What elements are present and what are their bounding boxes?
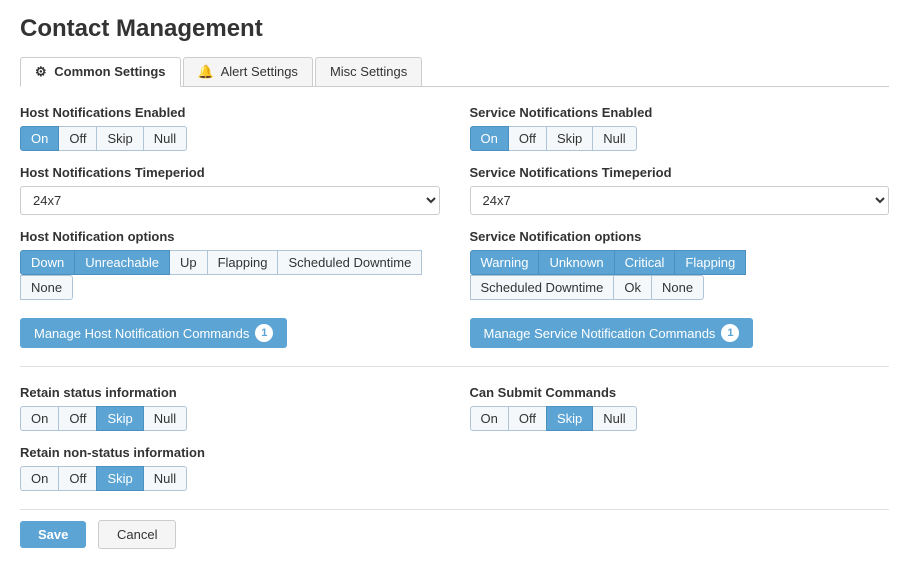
service-enabled-null[interactable]: Null bbox=[592, 126, 636, 151]
retain-nonstatus-label: Retain non-status information bbox=[20, 445, 440, 460]
host-enabled-skip[interactable]: Skip bbox=[96, 126, 143, 151]
can-submit-off[interactable]: Off bbox=[508, 406, 547, 431]
section-divider bbox=[20, 366, 889, 367]
tab-alert[interactable]: 🔔 Alert Settings bbox=[183, 57, 313, 86]
notification-options-row: Host Notification options Down Unreachab… bbox=[20, 229, 889, 300]
can-submit-skip[interactable]: Skip bbox=[546, 406, 593, 431]
retain-nonstatus-skip[interactable]: Skip bbox=[96, 466, 143, 491]
host-notifications-enabled-label: Host Notifications Enabled bbox=[20, 105, 440, 120]
notifications-row: Host Notifications Enabled On Off Skip N… bbox=[20, 105, 889, 151]
manage-host-commands-button[interactable]: Manage Host Notification Commands 1 bbox=[20, 318, 287, 348]
host-notification-options-toggle: Down Unreachable Up Flapping Scheduled D… bbox=[20, 250, 440, 300]
service-opt-unknown[interactable]: Unknown bbox=[538, 250, 614, 275]
manage-service-commands-label: Manage Service Notification Commands bbox=[484, 326, 716, 341]
service-opt-warning[interactable]: Warning bbox=[470, 250, 540, 275]
host-timeperiod-select[interactable]: 24x7 workhours none bbox=[20, 186, 440, 215]
retain-status-toggle: On Off Skip Null bbox=[20, 406, 440, 431]
tab-misc[interactable]: Misc Settings bbox=[315, 57, 422, 86]
host-timeperiod-label: Host Notifications Timeperiod bbox=[20, 165, 440, 180]
retain-nonstatus-group: Retain non-status information On Off Ski… bbox=[20, 445, 440, 491]
tab-bar: ⚙ Common Settings 🔔 Alert Settings Misc … bbox=[20, 57, 889, 87]
service-notifications-enabled-toggle: On Off Skip Null bbox=[470, 126, 890, 151]
retain-nonstatus-off[interactable]: Off bbox=[58, 466, 97, 491]
service-notification-options-label: Service Notification options bbox=[470, 229, 890, 244]
retain-status-label: Retain status information bbox=[20, 385, 440, 400]
retain-status-group: Retain status information On Off Skip Nu… bbox=[20, 385, 440, 431]
timeperiod-row: Host Notifications Timeperiod 24x7 workh… bbox=[20, 165, 889, 215]
host-opt-unreachable[interactable]: Unreachable bbox=[74, 250, 170, 275]
host-opt-none[interactable]: None bbox=[20, 275, 73, 300]
service-timeperiod-select[interactable]: 24x7 workhours none bbox=[470, 186, 890, 215]
manage-commands-row: Manage Host Notification Commands 1 Mana… bbox=[20, 314, 889, 348]
service-timeperiod-group: Service Notifications Timeperiod 24x7 wo… bbox=[470, 165, 890, 215]
retain-status-on[interactable]: On bbox=[20, 406, 59, 431]
host-notification-options-label: Host Notification options bbox=[20, 229, 440, 244]
tab-common[interactable]: ⚙ Common Settings bbox=[20, 57, 181, 87]
manage-host-commands-badge: 1 bbox=[255, 324, 273, 342]
manage-service-commands-button[interactable]: Manage Service Notification Commands 1 bbox=[470, 318, 754, 348]
host-enabled-off[interactable]: Off bbox=[58, 126, 97, 151]
host-opt-flapping[interactable]: Flapping bbox=[207, 250, 279, 275]
service-opt-flapping[interactable]: Flapping bbox=[674, 250, 746, 275]
host-notifications-enabled-toggle: On Off Skip Null bbox=[20, 126, 440, 151]
cancel-button[interactable]: Cancel bbox=[98, 520, 176, 549]
service-opt-critical[interactable]: Critical bbox=[614, 250, 676, 275]
placeholder-col bbox=[470, 445, 890, 491]
host-notification-options-group: Host Notification options Down Unreachab… bbox=[20, 229, 440, 300]
manage-host-commands-label: Manage Host Notification Commands bbox=[34, 326, 249, 341]
can-submit-null[interactable]: Null bbox=[592, 406, 636, 431]
retain-status-skip[interactable]: Skip bbox=[96, 406, 143, 431]
bottom-actions: Save Cancel bbox=[20, 509, 889, 549]
service-opt-ok[interactable]: Ok bbox=[613, 275, 652, 300]
host-opt-down[interactable]: Down bbox=[20, 250, 75, 275]
service-notifications-enabled-group: Service Notifications Enabled On Off Ski… bbox=[470, 105, 890, 151]
host-enabled-on[interactable]: On bbox=[20, 126, 59, 151]
service-enabled-on[interactable]: On bbox=[470, 126, 509, 151]
host-notifications-enabled-group: Host Notifications Enabled On Off Skip N… bbox=[20, 105, 440, 151]
service-notifications-enabled-label: Service Notifications Enabled bbox=[470, 105, 890, 120]
manage-service-commands-group: Manage Service Notification Commands 1 bbox=[470, 314, 890, 348]
service-timeperiod-label: Service Notifications Timeperiod bbox=[470, 165, 890, 180]
service-notification-options-group: Service Notification options Warning Unk… bbox=[470, 229, 890, 300]
gear-icon: ⚙ bbox=[35, 64, 47, 79]
service-opt-scheduled-downtime[interactable]: Scheduled Downtime bbox=[470, 275, 615, 300]
can-submit-toggle: On Off Skip Null bbox=[470, 406, 890, 431]
retain-nonstatus-null[interactable]: Null bbox=[143, 466, 187, 491]
manage-host-commands-group: Manage Host Notification Commands 1 bbox=[20, 314, 440, 348]
retain-nonstatus-on[interactable]: On bbox=[20, 466, 59, 491]
can-submit-on[interactable]: On bbox=[470, 406, 509, 431]
host-opt-up[interactable]: Up bbox=[169, 250, 208, 275]
save-button[interactable]: Save bbox=[20, 521, 86, 548]
host-enabled-null[interactable]: Null bbox=[143, 126, 187, 151]
retain-nonstatus-row: Retain non-status information On Off Ski… bbox=[20, 445, 889, 491]
retain-nonstatus-toggle: On Off Skip Null bbox=[20, 466, 440, 491]
host-timeperiod-group: Host Notifications Timeperiod 24x7 workh… bbox=[20, 165, 440, 215]
retain-submit-row: Retain status information On Off Skip Nu… bbox=[20, 385, 889, 431]
manage-service-commands-badge: 1 bbox=[721, 324, 739, 342]
service-opt-none[interactable]: None bbox=[651, 275, 704, 300]
bell-icon: 🔔 bbox=[198, 64, 214, 79]
retain-status-off[interactable]: Off bbox=[58, 406, 97, 431]
retain-status-null[interactable]: Null bbox=[143, 406, 187, 431]
page-title: Contact Management bbox=[20, 15, 889, 43]
service-enabled-skip[interactable]: Skip bbox=[546, 126, 593, 151]
host-opt-scheduled-downtime[interactable]: Scheduled Downtime bbox=[277, 250, 422, 275]
service-notification-options-toggle: Warning Unknown Critical Flapping Schedu… bbox=[470, 250, 890, 300]
can-submit-label: Can Submit Commands bbox=[470, 385, 890, 400]
service-enabled-off[interactable]: Off bbox=[508, 126, 547, 151]
can-submit-group: Can Submit Commands On Off Skip Null bbox=[470, 385, 890, 431]
